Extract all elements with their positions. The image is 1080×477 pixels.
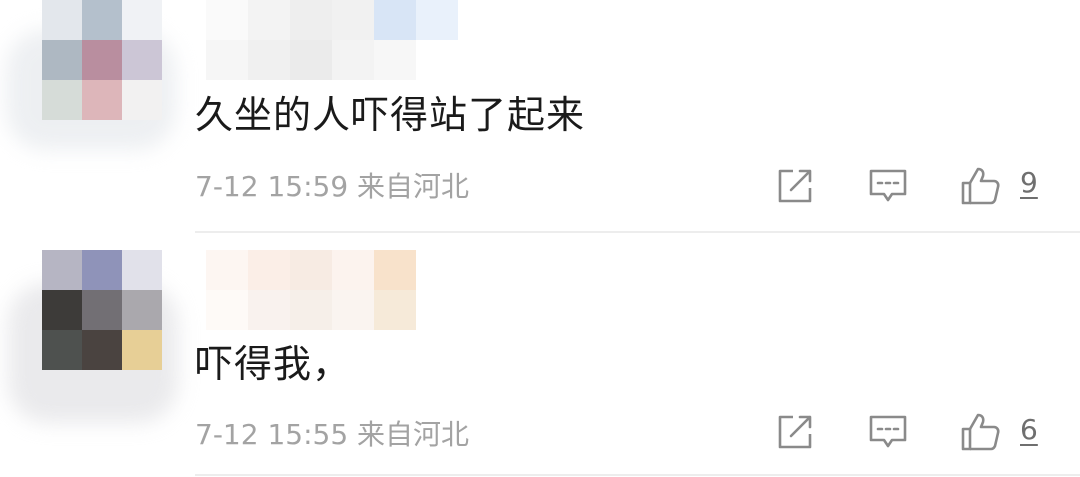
pixel-block — [290, 250, 332, 290]
avatar[interactable] — [42, 0, 162, 120]
avatar[interactable] — [42, 250, 162, 370]
pixel-block — [122, 40, 162, 80]
like-button[interactable] — [958, 164, 1002, 208]
pixel-block — [42, 80, 82, 120]
username-blurred-row2 — [206, 290, 458, 330]
share-icon — [778, 169, 812, 203]
pixel-block — [290, 290, 332, 330]
comment-location: 来自河北 — [357, 418, 470, 451]
pixel-block — [416, 40, 458, 80]
username-blurred-row2 — [206, 40, 458, 80]
reply-button[interactable] — [866, 410, 910, 454]
pixel-block — [416, 0, 458, 40]
pixel-block — [374, 40, 416, 80]
pixel-block — [416, 290, 458, 330]
pixel-block — [82, 40, 122, 80]
comment-time: 7-12 15:59 — [195, 170, 349, 203]
pixel-block — [290, 0, 332, 40]
pixel-block — [82, 80, 122, 120]
like-button[interactable] — [958, 410, 1002, 454]
pixel-block — [206, 250, 248, 290]
pixel-block — [248, 250, 290, 290]
pixel-block — [374, 250, 416, 290]
pixel-block — [416, 250, 458, 290]
comment-item: 吓得我， 7-12 15:55 来自河北 6 — [0, 233, 1080, 477]
like-count[interactable]: 6 — [1020, 413, 1038, 446]
share-icon — [778, 415, 812, 449]
comment-meta: 7-12 15:55 来自河北 — [195, 413, 469, 453]
pixel-block — [122, 290, 162, 330]
pixel-block — [122, 80, 162, 120]
pixel-block — [206, 290, 248, 330]
thumbs-up-icon — [961, 413, 1000, 451]
pixel-block — [42, 0, 82, 40]
pixel-block — [82, 250, 122, 290]
pixel-block — [374, 290, 416, 330]
divider — [195, 474, 1080, 476]
pixel-block — [82, 290, 122, 330]
comment-location: 来自河北 — [357, 170, 470, 203]
pixel-block — [332, 250, 374, 290]
username-blurred[interactable] — [206, 250, 458, 290]
pixel-block — [332, 290, 374, 330]
pixel-block — [332, 40, 374, 80]
pixel-block — [206, 40, 248, 80]
thumbs-up-icon — [961, 167, 1000, 205]
comment-item: 久坐的人吓得站了起来 7-12 15:59 来自河北 9 — [0, 0, 1080, 232]
pixel-block — [248, 40, 290, 80]
comment-icon — [869, 169, 907, 202]
pixel-block — [248, 0, 290, 40]
share-button[interactable] — [773, 164, 817, 208]
comment-time: 7-12 15:55 — [195, 418, 349, 451]
pixel-block — [206, 0, 248, 40]
like-count[interactable]: 9 — [1020, 166, 1038, 199]
pixel-block — [290, 40, 332, 80]
comment-meta: 7-12 15:59 来自河北 — [195, 165, 469, 205]
comment-text: 久坐的人吓得站了起来 — [195, 93, 586, 137]
pixel-block — [122, 0, 162, 40]
pixel-block — [332, 0, 374, 40]
pixel-block — [42, 290, 82, 330]
pixel-block — [374, 0, 416, 40]
pixel-block — [42, 250, 82, 290]
pixel-block — [122, 250, 162, 290]
pixel-block — [42, 330, 82, 370]
reply-button[interactable] — [866, 164, 910, 208]
pixel-block — [82, 0, 122, 40]
pixel-block — [122, 330, 162, 370]
comment-text: 吓得我， — [195, 342, 352, 386]
pixel-block — [248, 290, 290, 330]
username-blurred[interactable] — [206, 0, 458, 40]
pixel-block — [82, 330, 122, 370]
pixel-block — [42, 40, 82, 80]
comment-icon — [869, 415, 907, 448]
share-button[interactable] — [773, 410, 817, 454]
